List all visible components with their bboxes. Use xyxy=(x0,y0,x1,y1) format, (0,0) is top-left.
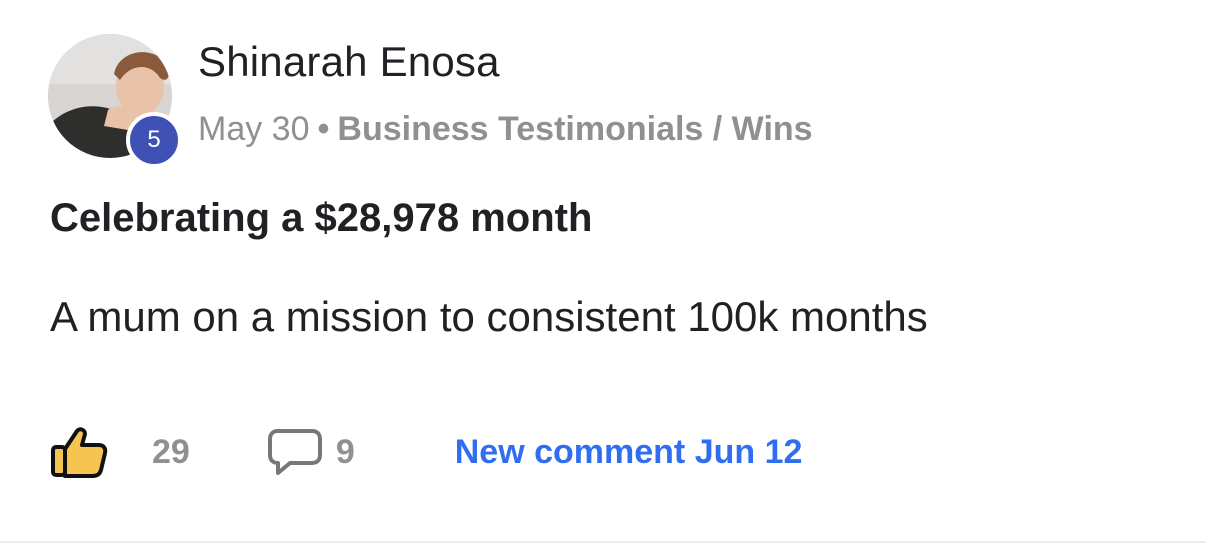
speech-bubble-icon xyxy=(267,429,322,475)
post-date[interactable]: May 30 xyxy=(198,110,310,149)
thumbs-up-icon xyxy=(51,427,108,478)
new-comment-link[interactable]: New comment Jun 12 xyxy=(455,433,803,472)
post-card[interactable]: 5 Shinarah Enosa May 30 • Business Testi… xyxy=(0,0,1206,543)
post-body[interactable]: A mum on a mission to consistent 100k mo… xyxy=(50,293,928,341)
post-meta: May 30 • Business Testimonials / Wins xyxy=(198,110,813,149)
comment-button[interactable] xyxy=(190,427,324,477)
like-count: 29 xyxy=(152,432,190,471)
level-badge: 5 xyxy=(126,112,182,168)
comment-count: 9 xyxy=(335,432,355,471)
meta-separator: • xyxy=(317,110,330,148)
author-name[interactable]: Shinarah Enosa xyxy=(198,38,500,86)
author-avatar-wrapper[interactable]: 5 xyxy=(48,34,182,168)
like-button[interactable] xyxy=(50,425,108,479)
post-category[interactable]: Business Testimonials / Wins xyxy=(337,110,812,149)
post-actions: 29 9 New comment Jun 12 xyxy=(50,424,802,480)
post-title[interactable]: Celebrating a $28,978 month xyxy=(50,196,592,241)
